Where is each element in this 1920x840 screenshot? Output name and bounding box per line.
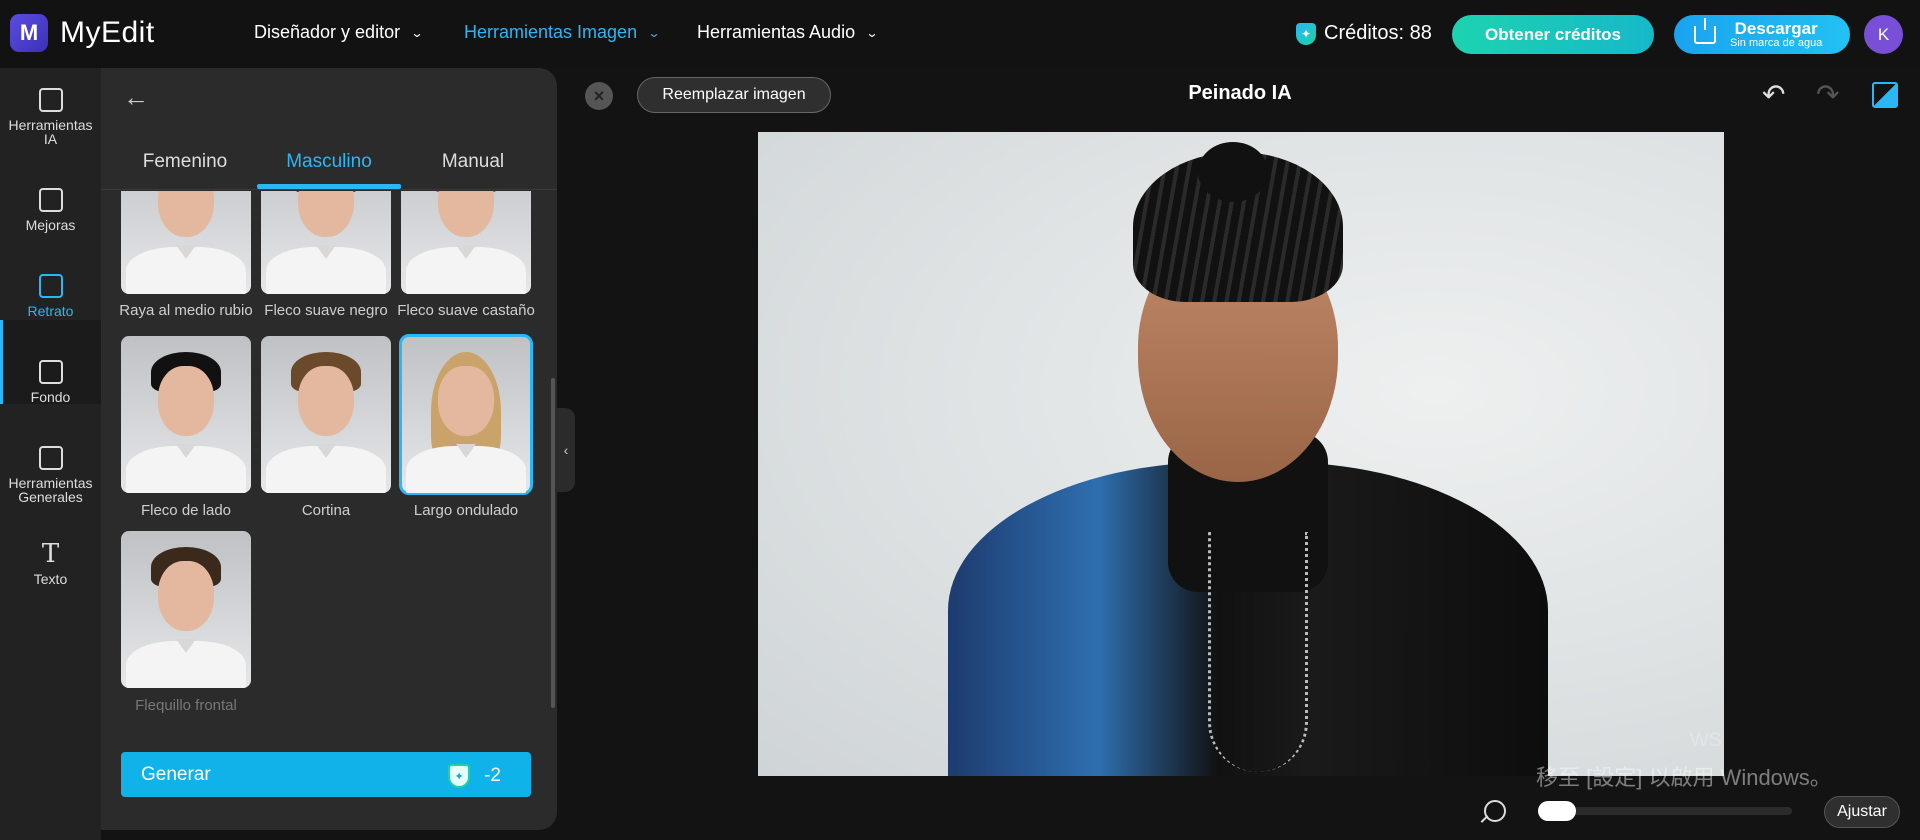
logo-mark: M [10,14,48,52]
nav-label: Herramientas Audio [697,22,856,42]
credits-label: Créditos: 88 [1324,22,1432,44]
generate-button[interactable]: Generar ✦ -2 [121,752,531,797]
style-card[interactable] [401,191,531,294]
back-arrow-icon[interactable]: ← [123,82,149,113]
nav-designer-editor[interactable]: Diseñador y editor ⌄ [254,22,424,43]
style-label: Raya al medio rubio [119,302,253,319]
background-icon [38,360,63,384]
zoom-slider-track[interactable] [1538,807,1792,815]
generate-cost: ✦ -2 [448,764,501,788]
style-card[interactable] [261,191,391,294]
face [158,366,214,436]
layers-icon [38,446,63,470]
fit-button[interactable]: Ajustar [1824,796,1900,828]
active-tab-indicator [257,184,401,189]
tool-rail: Herramientas IA Mejoras Retrato Fondo He… [0,68,101,840]
download-button[interactable]: Descargar Sin marca de agua [1674,15,1850,54]
rail-item-label: Mejoras [25,217,76,233]
rail-item-label: Retrato [27,303,74,319]
style-label: Fleco de lado [140,502,232,519]
undo-icon[interactable]: ↶ [1762,78,1785,111]
face [158,191,214,237]
get-credits-button[interactable]: Obtener créditos [1452,15,1654,54]
tab-masculino[interactable]: Masculino [257,148,401,171]
rail-item-label: Herramientas Generales [8,475,93,505]
rail-item-background[interactable]: Fondo [0,360,101,404]
page-title: Peinado IA [1188,82,1292,104]
app-name: MyEdit [60,16,155,49]
collapse-panel-chevron-icon[interactable]: ‹ [557,408,575,492]
style-card-selected[interactable] [399,334,533,495]
style-label: Cortina [301,502,351,519]
download-label: Descargar [1734,19,1818,38]
credit-shield-icon: ✦ [448,764,471,788]
credit-shield-icon: ✦ [1296,22,1316,45]
rail-item-ai-tools[interactable]: Herramientas IA [0,88,101,146]
face [438,366,494,436]
style-label: Fleco suave castaño [397,302,535,319]
rail-item-label: Herramientas IA [8,117,93,147]
style-grid: Raya al medio rubio Fleco suave negro Fl… [101,191,557,781]
rail-item-enhancements[interactable]: Mejoras [0,188,101,232]
download-text: Descargar Sin marca de agua [1730,20,1822,49]
photo-bun [1198,142,1268,202]
portrait-icon [38,274,63,298]
compare-icon[interactable] [1872,82,1898,108]
face [298,191,354,237]
windows-watermark: 移至 [設定] 以啟用 Windows。 [1536,765,1832,790]
rail-item-portrait[interactable]: Retrato [0,274,101,318]
face [438,191,494,237]
tab-femenino[interactable]: Femenino [113,148,257,171]
face [298,366,354,436]
rail-item-label: Fondo [30,389,71,405]
hairstyle-panel: ← Femenino Masculino Manual Raya al medi… [101,68,557,830]
edited-photo [758,132,1724,776]
nav-image-tools[interactable]: Herramientas Imagen ⌄ [464,22,661,43]
nav-label: Diseñador y editor [254,22,401,42]
replace-image-button[interactable]: Reemplazar imagen [637,77,831,113]
app-logo[interactable]: M MyEdit [10,14,155,52]
nav-label: Herramientas Imagen [464,22,638,42]
style-label: Fleco suave negro [264,302,388,319]
nav-audio-tools[interactable]: Herramientas Audio ⌄ [697,22,879,43]
close-icon[interactable]: × [585,82,613,110]
generate-label: Generar [141,763,211,785]
credits-display: ✦ Créditos: 88 [1296,22,1432,45]
chevron-down-icon: ⌄ [647,25,661,40]
style-card[interactable] [121,191,251,294]
image-enhance-icon [38,188,63,212]
photo-chains [1208,532,1308,772]
chevron-down-icon: ⌄ [865,25,879,40]
style-label: Largo ondulado [413,502,519,519]
style-label: Flequillo frontal [135,697,237,714]
face [158,561,214,631]
style-card[interactable] [121,531,251,688]
download-icon [1694,17,1716,44]
windows-watermark-line: ws [1690,722,1722,752]
panel-scrollbar[interactable] [551,378,555,708]
text-icon: T [41,539,60,569]
rail-item-general-tools[interactable]: Herramientas Generales [0,446,101,504]
style-card[interactable] [121,336,251,493]
magic-wand-icon [38,88,63,112]
rail-item-label: Texto [33,571,68,587]
top-bar: M MyEdit Diseñador y editor ⌄ Herramienta… [0,0,1920,68]
chevron-down-icon: ⌄ [410,25,424,40]
zoom-slider-handle[interactable] [1538,801,1576,821]
zoom-icon[interactable] [1484,800,1506,822]
tab-manual[interactable]: Manual [401,148,545,171]
generate-cost-value: -2 [484,765,501,786]
download-sublabel: Sin marca de agua [1730,37,1823,49]
avatar[interactable]: K [1864,15,1903,54]
style-card[interactable] [261,336,391,493]
redo-icon[interactable]: ↷ [1816,78,1839,111]
rail-item-text[interactable]: T Texto [0,539,101,587]
